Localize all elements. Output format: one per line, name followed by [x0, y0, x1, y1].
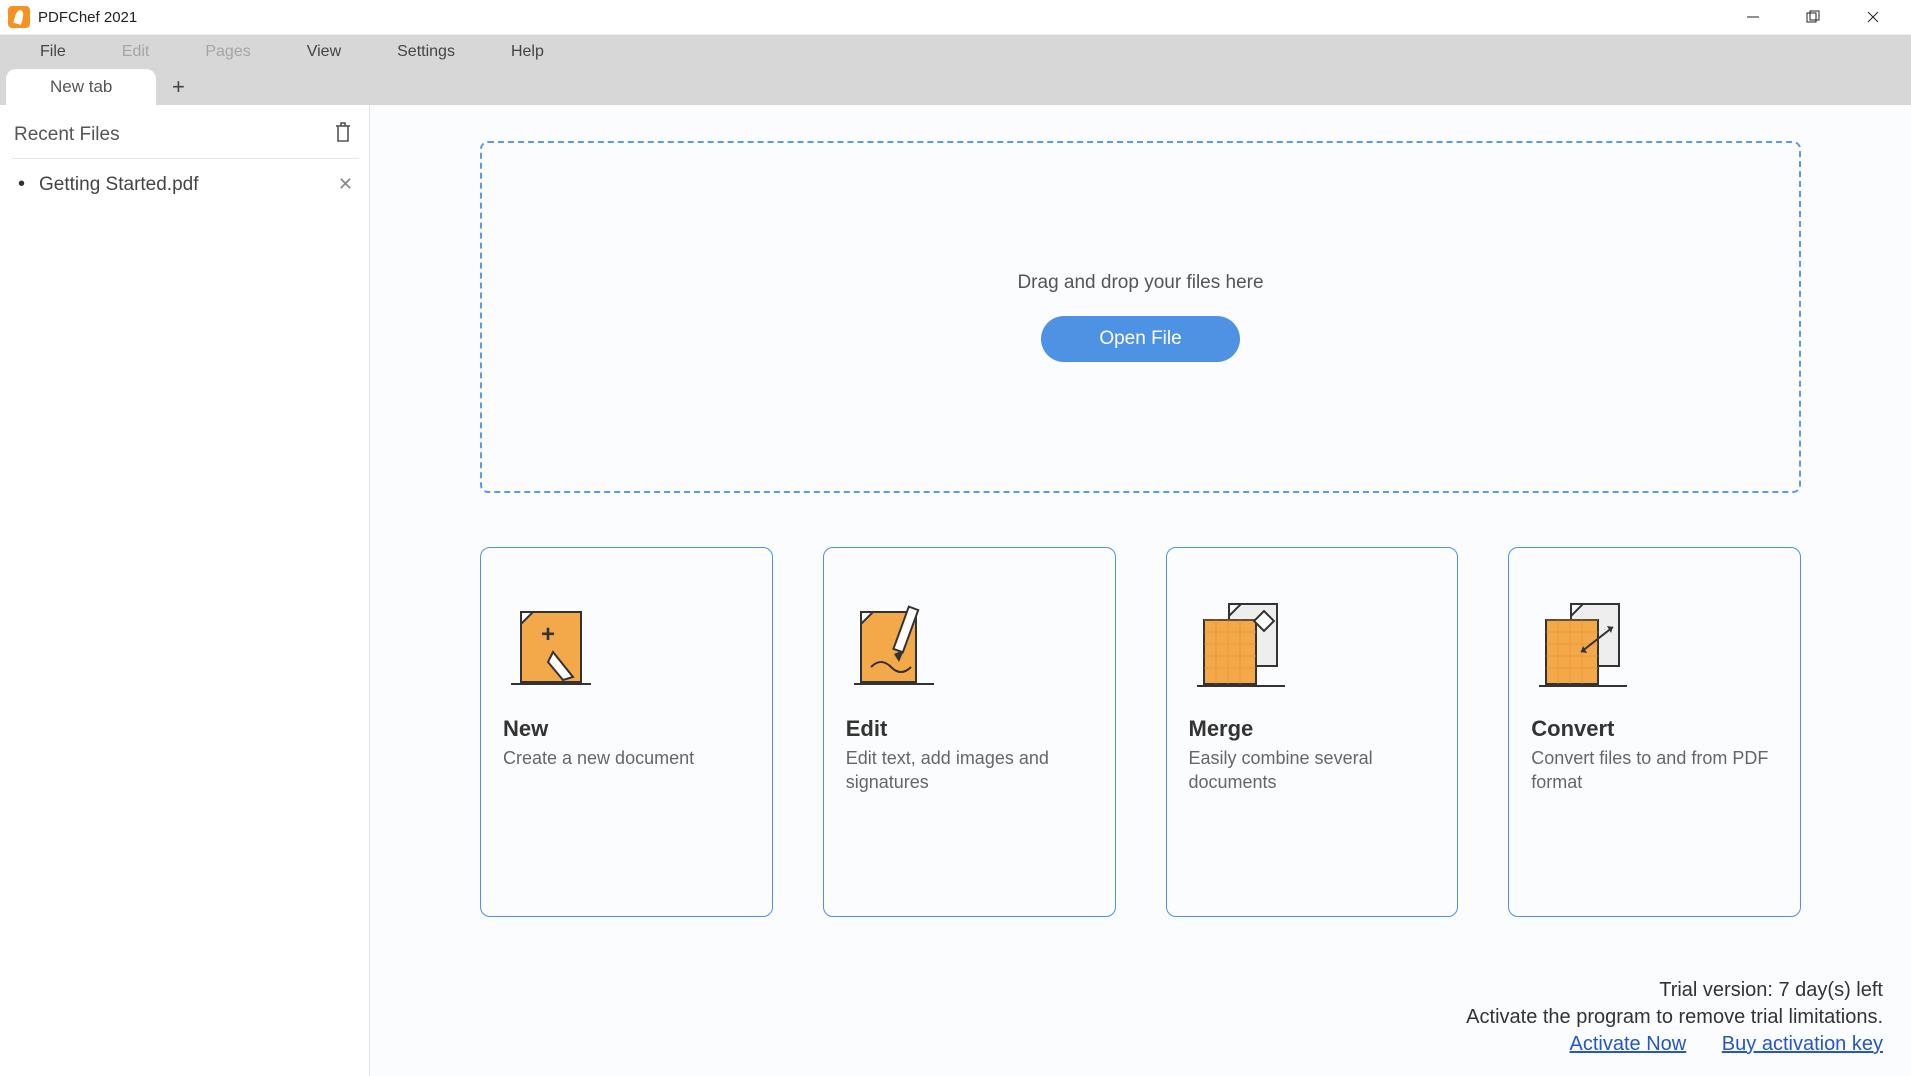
clear-recent-button[interactable]	[333, 121, 353, 148]
recent-file-name: Getting Started.pdf	[39, 174, 324, 196]
svg-text:+: +	[541, 621, 555, 648]
menu-view[interactable]: View	[279, 37, 369, 67]
menu-edit: Edit	[94, 37, 178, 67]
window-controls	[1723, 0, 1903, 35]
card-desc: Easily combine several documents	[1189, 746, 1436, 795]
menu-help[interactable]: Help	[483, 37, 572, 67]
open-file-button[interactable]: Open File	[1041, 316, 1239, 362]
buy-key-link[interactable]: Buy activation key	[1722, 1033, 1883, 1055]
menu-file[interactable]: File	[12, 37, 94, 67]
trash-icon	[333, 130, 353, 147]
dropzone[interactable]: Drag and drop your files here Open File	[480, 141, 1801, 493]
card-title: Convert	[1531, 716, 1778, 742]
bullet-icon: •	[18, 173, 25, 196]
card-merge[interactable]: Merge Easily combine several documents	[1166, 547, 1459, 917]
card-desc: Convert files to and from PDF format	[1531, 746, 1778, 795]
card-title: Merge	[1189, 716, 1436, 742]
card-new[interactable]: + New Create a new document	[480, 547, 773, 917]
minimize-button[interactable]	[1723, 0, 1783, 35]
sidebar-header: Recent Files	[12, 117, 359, 159]
recent-file-item[interactable]: • Getting Started.pdf ✕	[12, 159, 359, 210]
plus-icon: +	[172, 74, 185, 100]
close-icon: ✕	[338, 174, 353, 194]
card-desc: Create a new document	[503, 746, 750, 770]
tab-active[interactable]: New tab	[6, 69, 156, 105]
maximize-button[interactable]	[1783, 0, 1843, 35]
new-document-icon: +	[503, 572, 750, 702]
add-tab-button[interactable]: +	[160, 69, 196, 105]
trial-notice: Trial version: 7 day(s) left Activate th…	[1466, 977, 1883, 1058]
menu-pages: Pages	[177, 37, 278, 67]
convert-document-icon	[1531, 572, 1778, 702]
body: Recent Files • Getting Started.pdf ✕ Dra…	[0, 105, 1911, 1076]
titlebar: PDFChef 2021	[0, 0, 1911, 35]
dropzone-text: Drag and drop your files here	[1017, 272, 1263, 294]
activate-now-link[interactable]: Activate Now	[1570, 1033, 1687, 1055]
app-icon	[8, 6, 30, 28]
card-convert[interactable]: Convert Convert files to and from PDF fo…	[1508, 547, 1801, 917]
menubar: File Edit Pages View Settings Help	[0, 35, 1911, 67]
remove-recent-button[interactable]: ✕	[338, 174, 353, 195]
action-cards: + New Create a new document	[480, 547, 1801, 917]
sidebar: Recent Files • Getting Started.pdf ✕	[0, 105, 370, 1076]
menu-settings[interactable]: Settings	[369, 37, 483, 67]
recent-files-title: Recent Files	[14, 124, 120, 146]
edit-document-icon	[846, 572, 1093, 702]
merge-documents-icon	[1189, 572, 1436, 702]
tabstrip: New tab +	[0, 67, 1911, 105]
window-title: PDFChef 2021	[38, 9, 137, 26]
card-desc: Edit text, add images and signatures	[846, 746, 1093, 795]
card-title: Edit	[846, 716, 1093, 742]
close-button[interactable]	[1843, 0, 1903, 35]
trial-days-left: Trial version: 7 day(s) left	[1466, 977, 1883, 1004]
main-content: Drag and drop your files here Open File …	[370, 105, 1911, 1076]
card-edit[interactable]: Edit Edit text, add images and signature…	[823, 547, 1116, 917]
card-title: New	[503, 716, 750, 742]
trial-message: Activate the program to remove trial lim…	[1466, 1004, 1883, 1031]
